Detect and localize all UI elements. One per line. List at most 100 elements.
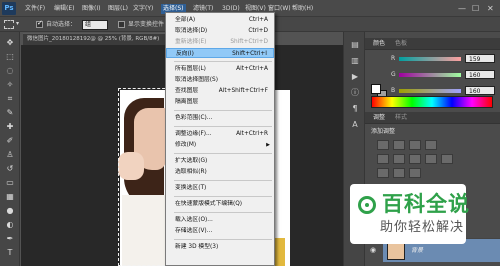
blue-value-input[interactable]: 160 <box>465 86 495 95</box>
menu-image[interactable]: 图像(I) <box>82 4 100 14</box>
adjustments-title: 添加调整 <box>371 128 396 135</box>
tab-adjustments[interactable]: 调整 <box>373 114 385 122</box>
posterize-icon[interactable] <box>393 168 405 178</box>
slider-green-track[interactable] <box>399 73 461 77</box>
menu-separator <box>174 61 272 62</box>
menu-separator <box>174 126 272 127</box>
move-icon[interactable]: ✥ <box>4 38 16 48</box>
menu-item-new-3d-model[interactable]: 新建 3D 模型(3) <box>166 242 274 252</box>
tab-swatches[interactable]: 色板 <box>395 40 407 48</box>
menu-item-all-layers[interactable]: 所有图层(L) Alt+Ctrl+A <box>166 64 274 74</box>
maximize-icon[interactable]: ☐ <box>472 4 479 13</box>
menu-item-load-selection[interactable]: 载入选区(O)... <box>166 215 274 225</box>
menu-item-label: 扩大选取(G) <box>175 158 208 164</box>
menu-layer[interactable]: 图层(L) <box>108 4 128 14</box>
toolbox: ✥ ⬚ ◌ ✧ ⌗ ✎ ✚ ✐ ♙ ↺ ▭ ▦ ● ◐ ✒ T <box>0 32 20 266</box>
levels-icon[interactable] <box>393 140 405 150</box>
pen-icon[interactable]: ✒ <box>4 234 16 244</box>
foreground-color-swatch[interactable] <box>371 84 381 94</box>
magic-wand-icon[interactable]: ✧ <box>4 80 16 90</box>
hue-saturation-icon[interactable] <box>393 154 405 164</box>
slider-green-label: G <box>391 71 396 78</box>
adjustments-panel-header: 调整 样式 <box>365 112 500 124</box>
color-spectrum-bar[interactable] <box>371 96 493 108</box>
exposure-icon[interactable] <box>425 140 437 150</box>
menu-item-label: 变换选区(T) <box>175 185 207 191</box>
gradient-icon[interactable]: ▦ <box>4 192 16 202</box>
stamp-icon[interactable]: ♙ <box>4 150 16 160</box>
properties-panel-icon[interactable]: ▥ <box>349 56 361 66</box>
marquee-icon[interactable]: ⬚ <box>4 52 16 62</box>
healing-icon[interactable]: ✚ <box>4 122 16 132</box>
green-value-input[interactable]: 160 <box>465 70 495 79</box>
type-icon[interactable]: T <box>4 248 16 258</box>
menu-item-shortcut: Ctrl+A <box>248 17 268 23</box>
menu-item-shortcut: Alt+Ctrl+R <box>236 131 268 137</box>
menu-item-label: 取消选择(D) <box>175 28 208 34</box>
minimize-icon[interactable]: — <box>458 4 466 13</box>
slider-red-track[interactable] <box>399 57 461 61</box>
paragraph-panel-icon[interactable]: ¶ <box>349 104 361 114</box>
menu-separator <box>174 180 272 181</box>
menu-edit[interactable]: 编辑(E) <box>54 4 74 14</box>
show-transform-checkbox[interactable] <box>118 21 125 28</box>
menu-item-quick-mask[interactable]: 在快速蒙版模式下编辑(Q) <box>166 199 274 209</box>
history-brush-icon[interactable]: ↺ <box>4 164 16 174</box>
slider-red-label: R <box>391 55 396 62</box>
tab-styles[interactable]: 样式 <box>395 114 407 122</box>
menu-item-select-all[interactable]: 全部(A) Ctrl+A <box>166 15 274 25</box>
menu-item-deselect[interactable]: 取消选择(D) Ctrl+D <box>166 26 274 36</box>
blur-icon[interactable]: ● <box>4 206 16 216</box>
slider-red: R 159 <box>391 54 500 64</box>
menu-separator <box>174 110 272 111</box>
menu-item-color-range[interactable]: 色彩范围(C)... <box>166 113 274 123</box>
menu-item-deselect-layers[interactable]: 取消选择图层(S) <box>166 75 274 85</box>
menu-item-refine-edge[interactable]: 调整边缘(F)... Alt+Ctrl+R <box>166 129 274 139</box>
red-value-input[interactable]: 159 <box>465 54 495 63</box>
brightness-icon[interactable] <box>377 140 389 150</box>
chevron-down-icon[interactable]: ▾ <box>16 20 19 27</box>
photo-filter-icon[interactable] <box>441 154 453 164</box>
vibrance-icon[interactable] <box>377 154 389 164</box>
info-panel-icon[interactable]: ⓘ <box>349 88 361 98</box>
eyedropper-icon[interactable]: ✎ <box>4 108 16 118</box>
document-tab[interactable]: 微信图片_20180128192@ @ 25% (背景, RGB/8#) <box>23 33 183 45</box>
history-panel-icon[interactable]: ▤ <box>349 40 361 50</box>
black-white-icon[interactable] <box>425 154 437 164</box>
menu-help[interactable]: 帮助(H) <box>292 4 313 14</box>
menu-item-find-layers[interactable]: 查找图层 Alt+Shift+Ctrl+F <box>166 86 274 96</box>
invert-icon[interactable] <box>377 168 389 178</box>
menu-item-isolate-layers[interactable]: 隔离图层 <box>166 97 274 107</box>
menu-item-shortcut: Alt+Shift+Ctrl+F <box>218 88 268 94</box>
menu-file[interactable]: 文件(F) <box>25 4 45 14</box>
close-icon[interactable]: ✕ <box>487 4 494 13</box>
brush-icon[interactable]: ✐ <box>4 136 16 146</box>
auto-select-dropdown[interactable]: 组 <box>82 20 108 30</box>
auto-select-checkbox[interactable] <box>36 19 43 28</box>
color-balance-icon[interactable] <box>409 154 421 164</box>
eraser-icon[interactable]: ▭ <box>4 178 16 188</box>
tab-color[interactable]: 颜色 <box>373 40 385 48</box>
menu-item-inverse[interactable]: 反向(I) Shift+Ctrl+I <box>166 48 274 58</box>
menu-type[interactable]: 文字(Y) <box>133 4 153 14</box>
threshold-icon[interactable] <box>409 168 421 178</box>
menu-item-shortcut: Shift+Ctrl+I <box>232 51 267 57</box>
character-panel-icon[interactable]: A <box>349 120 361 130</box>
menu-item-save-selection[interactable]: 存储选区(V)... <box>166 226 274 236</box>
actions-panel-icon[interactable]: ▶ <box>349 72 361 82</box>
dodge-icon[interactable]: ◐ <box>4 220 16 230</box>
crop-icon[interactable]: ⌗ <box>4 94 16 104</box>
menu-item-label: 重新选择(E) <box>175 39 207 45</box>
curves-icon[interactable] <box>409 140 421 150</box>
color-panel-header: 颜色 色板 <box>365 38 500 50</box>
menu-item-transform-selection[interactable]: 变换选区(T) <box>166 183 274 193</box>
watermark-title: 百科全说 <box>382 192 470 216</box>
lasso-icon[interactable]: ◌ <box>4 66 16 76</box>
eye-icon[interactable]: ◉ <box>370 246 376 254</box>
menu-item-grow[interactable]: 扩大选取(G) <box>166 156 274 166</box>
menu-item-similar[interactable]: 选取相似(R) <box>166 167 274 177</box>
move-tool-icon[interactable] <box>4 20 14 29</box>
slider-blue-track[interactable] <box>399 89 461 93</box>
auto-select-label: 自动选择： <box>46 21 77 28</box>
menu-item-modify[interactable]: 修改(M) ▶ <box>166 140 274 150</box>
